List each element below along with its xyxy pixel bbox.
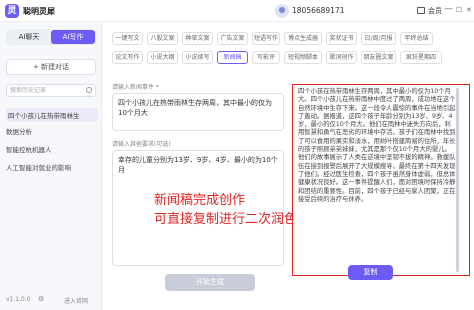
tag-essay[interactable]: 八股文案 <box>147 32 178 45</box>
history-item[interactable]: 人工智能对就业的影响 <box>6 162 98 172</box>
title-bar: 灵 聪明灵犀 18056689171 会员 — ☐ ✕ <box>0 0 474 22</box>
new-chat-button[interactable]: + 新建对话 <box>6 59 96 75</box>
search-icon[interactable] <box>86 87 92 93</box>
tag-paper[interactable]: 论文写作 <box>112 51 143 64</box>
tag-certificate[interactable]: 奖状证书 <box>326 32 357 45</box>
mode-tabs: AI聊天 AI写作 <box>6 29 96 45</box>
vip-icon[interactable] <box>417 7 425 14</box>
tag-year-summary[interactable]: 年终总结 <box>400 32 433 45</box>
generate-button[interactable]: 开始生成 <box>165 274 255 291</box>
history-item[interactable]: 四个小孩儿在热带雨林生 <box>6 108 98 122</box>
tag-one-click-write[interactable]: 一键写文 <box>112 32 143 45</box>
sidebar: AI聊天 AI写作 + 新建对话 搜索历史记录 四个小孩儿在热带雨林生 数据分析… <box>0 22 102 310</box>
overlay-caption-line2: 可直接复制进行二次润色 <box>154 212 298 227</box>
tag-report[interactable]: 日/周/月报 <box>361 32 396 45</box>
tag-crazy-thursday[interactable]: 疯狂星期四 <box>400 51 442 64</box>
tag-hotspot[interactable]: 博点生成器 <box>284 32 322 45</box>
user-phone[interactable]: 18056689171 <box>292 6 345 15</box>
main-panel: 一键写文 八股文案 种草文案 广告文案 短语写作 博点生成器 奖状证书 日/周/… <box>102 22 474 310</box>
history-item[interactable]: 智能控杭机器人 <box>6 144 98 154</box>
gear-icon[interactable]: ⚙ <box>38 295 44 303</box>
tag-recommend-copy[interactable]: 种草文案 <box>182 32 213 45</box>
search-placeholder: 搜索历史记录 <box>10 87 47 94</box>
news-event-label: 请输入新闻事件 * <box>112 84 159 91</box>
avatar[interactable] <box>275 4 289 18</box>
app-name: 聪明灵犀 <box>23 7 55 16</box>
maximize-button[interactable]: ☐ <box>456 6 462 14</box>
news-event-input[interactable]: 四个小孩儿在热带雨林生存两周，其中最小的仅为10个月大 <box>112 93 284 131</box>
tag-news[interactable]: 新闻稿 <box>217 51 248 64</box>
tag-phrase[interactable]: 短语写作 <box>252 32 280 45</box>
overlay-caption-line1: 新闻稿完成创作 <box>154 193 246 208</box>
tab-ai-chat[interactable]: AI聊天 <box>7 30 51 44</box>
extra-requirement-label: 请输入其他要求(可选) <box>112 141 171 148</box>
output-scrollbar[interactable] <box>456 88 459 272</box>
version-label: v1.1.0.0 <box>6 296 31 303</box>
tag-video-script[interactable]: 短视频脚本 <box>284 51 322 64</box>
tab-ai-writing[interactable]: AI写作 <box>51 30 95 44</box>
generated-output[interactable]: 四个小孩在热带雨林生存两周，其中最小的仅为10个月大。四个小孩儿在热带雨林中度过… <box>292 84 470 276</box>
tag-review[interactable]: 写影评 <box>252 51 280 64</box>
tag-novel-continue[interactable]: 小说续写 <box>182 51 213 64</box>
history-search-input[interactable]: 搜索历史记录 <box>6 84 96 97</box>
tag-moments[interactable]: 朋友圈文案 <box>361 51 396 64</box>
vip-label[interactable]: 会员 <box>428 6 442 16</box>
app-logo-icon: 灵 <box>5 4 19 18</box>
copy-button[interactable]: 复制 <box>348 265 393 280</box>
enter-website-link[interactable]: 进入官网 <box>64 296 88 305</box>
close-button[interactable]: ✕ <box>466 6 472 14</box>
tag-ad-copy[interactable]: 广告文案 <box>217 32 248 45</box>
minimize-button[interactable]: — <box>444 4 453 14</box>
tag-lyrics[interactable]: 歌词创作 <box>326 51 357 64</box>
tag-novel-outline[interactable]: 小说大纲 <box>147 51 178 64</box>
history-item[interactable]: 数据分析 <box>6 126 98 136</box>
